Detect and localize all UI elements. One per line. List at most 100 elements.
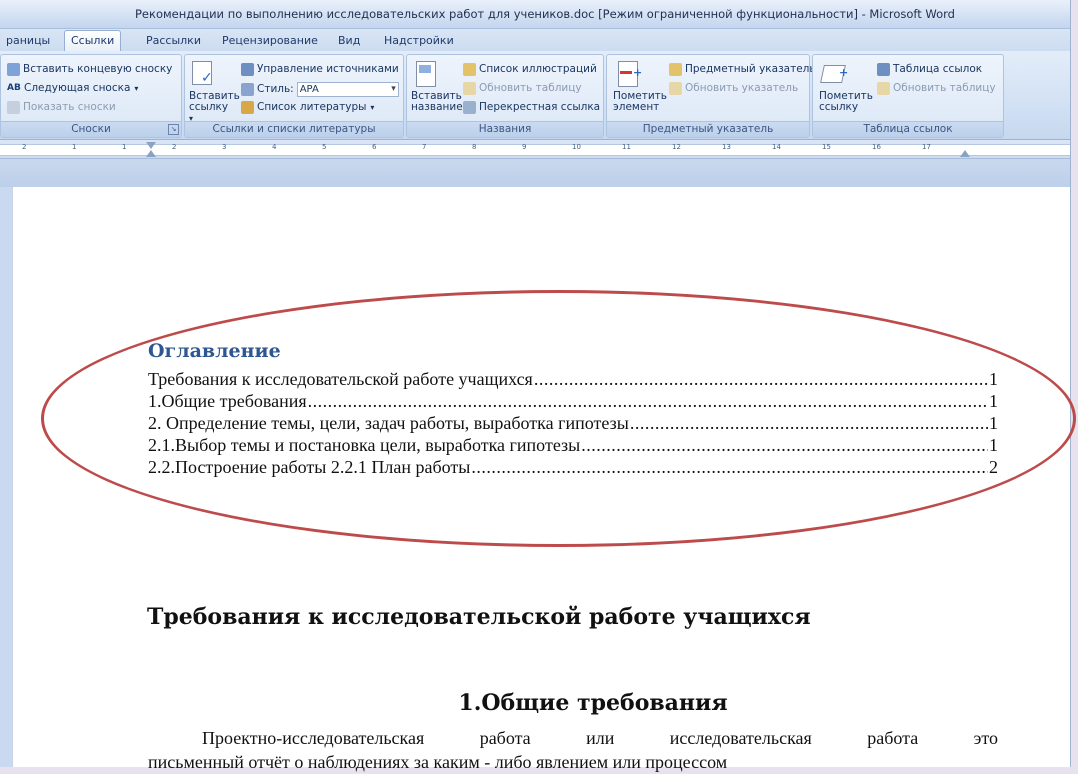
mark-entry-label: Пометить элемент — [613, 90, 667, 113]
mark-citation-button[interactable]: + Пометить ссылку — [819, 59, 873, 113]
update-index-icon — [669, 82, 682, 95]
dialog-launcher-icon[interactable]: ↘ — [168, 124, 179, 135]
insert-caption-button[interactable]: Вставить название — [411, 59, 463, 113]
toc-leader-dots: ........................................… — [471, 457, 988, 477]
cross-reference-icon — [463, 101, 476, 114]
insert-endnote-button[interactable]: Вставить концевую сноску — [7, 63, 172, 76]
toc-entry-title: 2.2.Построение работы 2.2.1 План работы — [148, 457, 471, 477]
ruler-track — [0, 144, 1070, 156]
toc-entry[interactable]: 2.1.Выбор темы и постановка цели, вырабо… — [148, 434, 998, 456]
insert-citation-icon: ✓ — [189, 59, 215, 89]
bibliography-icon — [241, 101, 254, 114]
toc-entry-title: 2. Определение темы, цели, задач работы,… — [148, 413, 629, 433]
group-label-footnotes: Сноски — [1, 121, 181, 137]
manage-sources-icon — [241, 63, 254, 76]
insert-citation-label: Вставить ссылку — [189, 90, 240, 113]
ruler-tick-label: 15 — [822, 143, 831, 151]
tab-addins[interactable]: Надстройки — [378, 31, 460, 50]
ruler-tick-label: 13 — [722, 143, 731, 151]
toc-leader-dots: ........................................… — [581, 435, 988, 455]
ruler-tick-label: 7 — [422, 143, 427, 151]
group-citations: ✓ Вставить ссылку ▾ Управление источника… — [184, 54, 404, 138]
mark-citation-label: Пометить ссылку — [819, 90, 873, 113]
show-notes-label: Показать сноски — [23, 101, 116, 113]
group-label-captions: Названия — [407, 121, 603, 137]
left-indent-marker[interactable] — [146, 150, 156, 157]
toc-leader-dots: ........................................… — [629, 413, 988, 433]
insert-index-button[interactable]: Предметный указатель — [669, 63, 816, 76]
insert-index-icon — [669, 63, 682, 76]
tab-review[interactable]: Рецензирование — [216, 31, 324, 50]
update-authorities-button[interactable]: Обновить таблицу — [877, 82, 996, 95]
insert-caption-label: Вставить название — [411, 90, 463, 113]
group-footnotes: Вставить концевую сноску AB Следующая сн… — [0, 54, 182, 138]
table-of-figures-icon — [463, 63, 476, 76]
table-of-authorities-icon — [877, 63, 890, 76]
table-of-figures-button[interactable]: Список иллюстраций — [463, 63, 597, 76]
update-index-button[interactable]: Обновить указатель — [669, 82, 798, 95]
first-line-indent-marker[interactable] — [146, 142, 156, 149]
endnote-icon — [7, 63, 20, 76]
toc-entry-page: 1 — [989, 413, 998, 433]
toc-entry[interactable]: 2.2.Построение работы 2.2.1 План работы … — [148, 456, 998, 478]
ruler-tick-label: 8 — [472, 143, 477, 151]
tab-references[interactable]: Ссылки — [64, 30, 122, 52]
horizontal-ruler[interactable]: 2 1 1 2 3 4 5 6 7 8 9 10 11 12 13 14 15 16 17 — [0, 140, 1070, 159]
ruler-tick-label: 14 — [772, 143, 781, 151]
group-label-index: Предметный указатель — [607, 121, 809, 137]
toc-entry-page: 1 — [989, 391, 998, 411]
ruler-tick-label: 4 — [272, 143, 277, 151]
ruler-tick-label: 11 — [622, 143, 631, 151]
insert-table-of-authorities-button[interactable]: Таблица ссылок — [877, 63, 982, 76]
window-title: Рекомендации по выполнению исследователь… — [135, 7, 955, 21]
toc-entry-page: 1 — [989, 369, 998, 389]
tab-page-layout[interactable]: раницы — [0, 31, 56, 50]
bibliography-button[interactable]: Список литературы ▾ — [241, 101, 374, 114]
show-notes-icon — [7, 101, 20, 114]
manage-sources-button[interactable]: Управление источниками — [241, 63, 399, 76]
cross-reference-button[interactable]: Перекрестная ссылка — [463, 101, 600, 114]
next-footnote-icon: AB — [7, 83, 21, 93]
update-authorities-icon — [877, 82, 890, 95]
next-footnote-label: Следующая сноска — [24, 82, 131, 94]
tab-mailings[interactable]: Рассылки — [140, 31, 207, 50]
toc-entry[interactable]: 1.Общие требования .....................… — [148, 390, 998, 412]
group-label-citations: Ссылки и списки литературы — [185, 121, 403, 137]
toc-entry[interactable]: 2. Определение темы, цели, задач работы,… — [148, 412, 998, 434]
ruler-tick-label: 12 — [672, 143, 681, 151]
toc-entry[interactable]: Требования к исследовательской работе уч… — [148, 368, 998, 390]
table-of-figures-label: Список иллюстраций — [479, 63, 597, 75]
update-table-icon — [463, 82, 476, 95]
ruler-tick-label: 5 — [322, 143, 327, 151]
group-authorities: + Пометить ссылку Таблица ссылок Обновит… — [812, 54, 1004, 138]
toc-entry-title: Требования к исследовательской работе уч… — [148, 369, 533, 389]
paragraph-line: письменный отчёт о наблюдениях за каким … — [148, 752, 728, 772]
tab-view[interactable]: Вид — [332, 31, 366, 50]
table-of-contents: Оглавление Требования к исследовательско… — [148, 340, 998, 478]
mark-entry-button[interactable]: + Пометить элемент — [613, 59, 667, 113]
update-authorities-label: Обновить таблицу — [893, 82, 996, 94]
update-table-button[interactable]: Обновить таблицу — [463, 82, 582, 95]
style-dropdown[interactable]: APA — [296, 82, 399, 97]
subsection-heading: 1.Общие требования — [458, 690, 728, 716]
ruler-tick-label: 3 — [222, 143, 227, 151]
title-bar: Рекомендации по выполнению исследователь… — [0, 0, 1070, 29]
ruler-tick-label: 16 — [872, 143, 881, 151]
right-indent-marker[interactable] — [960, 150, 970, 157]
paragraph-line: Проектно-исследовательская работа или ис… — [202, 728, 998, 748]
ruler-tick-label: 1 — [122, 143, 127, 151]
ruler-tick-label: 6 — [372, 143, 377, 151]
style-icon — [241, 83, 254, 96]
toc-entry-title: 1.Общие требования — [148, 391, 307, 411]
ruler-tick-label: 17 — [922, 143, 931, 151]
group-captions: Вставить название Список иллюстраций Обн… — [406, 54, 604, 138]
style-selector[interactable]: Стиль: APA — [241, 82, 399, 97]
style-label: Стиль: — [257, 83, 294, 95]
toc-entry-title: 2.1.Выбор темы и постановка цели, вырабо… — [148, 435, 581, 455]
show-notes-button[interactable]: Показать сноски — [7, 101, 116, 114]
update-index-label: Обновить указатель — [685, 82, 799, 94]
next-footnote-button[interactable]: AB Следующая сноска ▾ — [7, 82, 138, 95]
insert-citation-button[interactable]: ✓ Вставить ссылку ▾ — [189, 59, 240, 124]
ruler-tick-label: 10 — [572, 143, 581, 151]
toc-leader-dots: ........................................… — [533, 369, 988, 389]
